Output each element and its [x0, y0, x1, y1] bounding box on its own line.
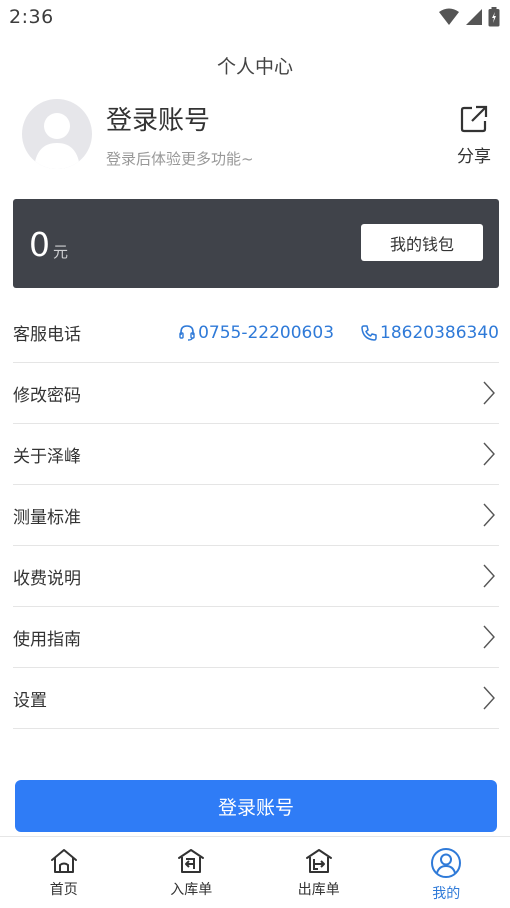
headset-icon	[179, 324, 195, 341]
tab-label: 出库单	[297, 882, 340, 898]
bottom-tab-bar: 首页 入库单 出库单 我的	[0, 836, 510, 908]
service-phone-label: 客服电话	[13, 325, 81, 345]
profile-hint: 登录后体验更多功能~	[106, 150, 254, 168]
profile-name[interactable]: 登录账号	[106, 100, 210, 137]
menu-item-about[interactable]: 关于泽峰	[13, 424, 499, 485]
mobile-link[interactable]: 18620386340	[360, 323, 499, 343]
share-button[interactable]: 分享	[454, 104, 494, 167]
menu-item-settings[interactable]: 设置	[13, 668, 499, 729]
service-phone-row: 客服电话 0755-22200603 18620386340	[13, 303, 499, 363]
status-icons	[438, 7, 500, 27]
mobile-number: 18620386340	[380, 322, 499, 343]
menu-item-label: 使用指南	[13, 629, 81, 650]
warehouse-in-icon	[178, 849, 205, 873]
phone-numbers: 0755-22200603 18620386340	[178, 323, 499, 343]
menu-item-label: 设置	[13, 690, 47, 711]
warehouse-out-icon	[305, 849, 332, 873]
login-button[interactable]: 登录账号	[15, 780, 497, 832]
default-avatar-icon	[34, 113, 80, 169]
landline-link[interactable]: 0755-22200603	[178, 323, 334, 343]
tab-label: 我的	[432, 886, 461, 902]
menu-item-change-password[interactable]: 修改密码	[13, 363, 499, 424]
chevron-right-icon	[483, 564, 495, 588]
signal-icon	[466, 9, 482, 25]
menu-item-fee-description[interactable]: 收费说明	[13, 546, 499, 607]
battery-icon	[488, 7, 500, 27]
menu-item-label: 修改密码	[13, 385, 81, 406]
menu-item-measurement-standard[interactable]: 测量标准	[13, 485, 499, 546]
tab-outbound[interactable]: 出库单	[255, 837, 383, 908]
tab-home[interactable]: 首页	[0, 837, 128, 908]
tab-label: 首页	[49, 882, 78, 898]
menu-item-label: 测量标准	[13, 507, 81, 528]
landline-number: 0755-22200603	[198, 322, 335, 343]
status-time: 2:36	[9, 6, 54, 28]
tab-mine[interactable]: 我的	[383, 837, 510, 908]
avatar[interactable]	[22, 99, 92, 169]
chevron-right-icon	[483, 625, 495, 649]
wallet-amount: 0	[29, 225, 50, 264]
tab-inbound[interactable]: 入库单	[128, 837, 256, 908]
profile-section: 登录账号 登录后体验更多功能~ 分享	[0, 96, 510, 176]
menu-item-label: 收费说明	[13, 568, 81, 589]
wallet-unit: 元	[53, 243, 69, 261]
page-title: 个人中心	[216, 56, 293, 78]
chevron-right-icon	[483, 442, 495, 466]
user-circle-icon	[431, 848, 462, 878]
home-icon	[50, 849, 77, 873]
chevron-right-icon	[483, 503, 495, 527]
share-icon	[460, 105, 488, 133]
chevron-right-icon	[483, 381, 495, 405]
my-wallet-button[interactable]: 我的钱包	[361, 224, 483, 261]
chevron-right-icon	[483, 686, 495, 710]
wallet-card: 0 元 我的钱包	[13, 199, 499, 288]
settings-list: 客服电话 0755-22200603 18620386340 修改密码 关于泽峰…	[13, 303, 499, 729]
menu-item-label: 关于泽峰	[13, 446, 81, 467]
tab-label: 入库单	[170, 882, 213, 898]
menu-item-user-guide[interactable]: 使用指南	[13, 607, 499, 668]
phone-icon	[361, 324, 377, 341]
wifi-icon	[439, 8, 459, 25]
status-bar: 2:36	[0, 0, 510, 34]
share-label: 分享	[457, 147, 491, 167]
